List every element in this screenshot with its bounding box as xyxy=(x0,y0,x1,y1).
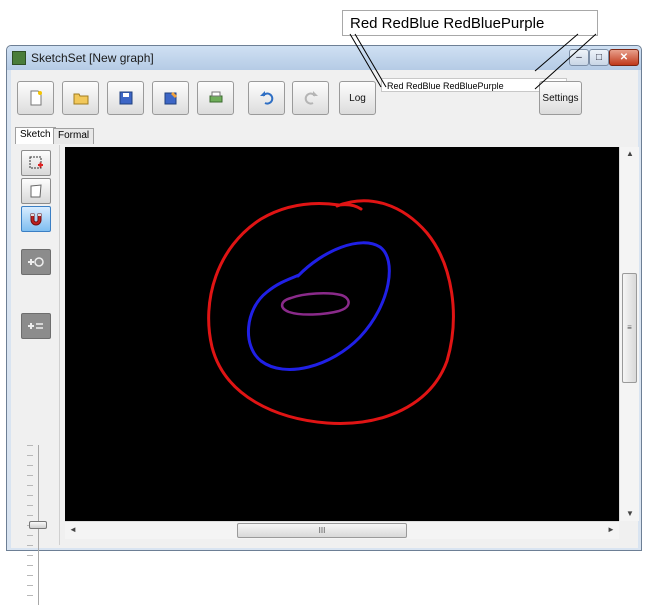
log-button[interactable]: Log xyxy=(339,81,376,115)
toolbar: Log Red RedBlue RedBluePurple Settings xyxy=(11,70,638,120)
tab-formal[interactable]: Formal xyxy=(53,128,95,144)
magnet-tool-button[interactable] xyxy=(21,206,51,232)
add-edge-tool-button[interactable] xyxy=(21,313,51,339)
redo-button[interactable] xyxy=(292,81,329,115)
client-area: Log Red RedBlue RedBluePurple Settings S… xyxy=(11,70,639,605)
add-node-icon xyxy=(28,257,44,267)
horizontal-scrollbar[interactable]: ◄ III ► xyxy=(65,521,619,539)
close-button[interactable]: ✕ xyxy=(609,49,639,66)
scroll-left-arrow[interactable]: ◄ xyxy=(69,525,77,534)
save-as-icon xyxy=(164,92,177,105)
open-button[interactable] xyxy=(62,81,99,115)
add-edge-icon xyxy=(28,323,43,329)
redo-icon xyxy=(304,91,318,105)
tab-sketch[interactable]: Sketch xyxy=(15,127,56,144)
magnet-icon xyxy=(30,213,42,226)
undo-button[interactable] xyxy=(248,81,285,115)
save-as-button[interactable] xyxy=(152,81,189,115)
print-icon xyxy=(209,91,222,103)
app-icon xyxy=(12,51,26,65)
horizontal-scroll-thumb[interactable]: III xyxy=(237,523,407,538)
new-button[interactable] xyxy=(17,81,54,115)
select-region-icon xyxy=(29,156,43,169)
sketch-strokes xyxy=(207,199,455,425)
window-title: SketchSet [New graph] xyxy=(31,51,154,65)
undo-icon xyxy=(259,91,273,105)
vertical-scrollbar[interactable]: ▲ ≡ ▼ xyxy=(619,147,639,521)
paper-icon xyxy=(30,184,42,198)
purple-stroke xyxy=(280,292,350,316)
scroll-down-arrow[interactable]: ▼ xyxy=(626,509,634,518)
settings-button[interactable]: Settings xyxy=(539,81,582,115)
minimize-button[interactable]: – xyxy=(569,49,589,66)
maximize-button[interactable]: □ xyxy=(589,49,609,66)
add-node-tool-button[interactable] xyxy=(21,249,51,275)
vertical-scroll-thumb[interactable]: ≡ xyxy=(622,273,637,383)
title-bar[interactable]: SketchSet [New graph] – □ ✕ xyxy=(7,46,641,70)
new-file-icon xyxy=(30,90,42,106)
select-region-tool-button[interactable] xyxy=(21,150,51,176)
app-window: SketchSet [New graph] – □ ✕ Log Red RedB… xyxy=(6,45,642,605)
scroll-up-arrow[interactable]: ▲ xyxy=(626,149,634,158)
sketch-canvas[interactable] xyxy=(65,147,619,521)
save-icon xyxy=(119,91,132,105)
blue-stroke xyxy=(247,241,391,371)
zoom-callout-text: Red RedBlue RedBluePurple xyxy=(350,15,545,32)
zoom-callout: Red RedBlue RedBluePurple xyxy=(342,10,598,36)
scroll-right-arrow[interactable]: ► xyxy=(607,525,615,534)
slider-thumb[interactable] xyxy=(29,521,47,529)
save-button[interactable] xyxy=(107,81,144,115)
tool-sidebar xyxy=(17,145,60,605)
paper-tool-button[interactable] xyxy=(21,178,51,204)
open-folder-icon xyxy=(73,93,88,105)
print-button[interactable] xyxy=(197,81,234,115)
